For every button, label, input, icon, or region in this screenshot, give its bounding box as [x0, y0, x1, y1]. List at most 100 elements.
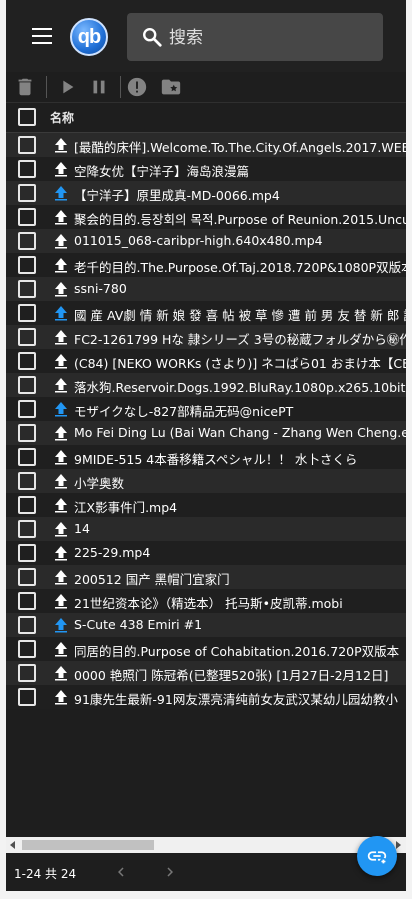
table-row[interactable]: 91康先生最新-91网友漂亮清纯前女友武汉某幼儿园幼教小: [6, 685, 406, 709]
table-row[interactable]: FC2-1261799 Hな 隷シリーズ 3号の秘蔵フォルダから㊙作品: [6, 325, 406, 349]
row-checkbox[interactable]: [18, 328, 36, 346]
toolbar-divider: [120, 76, 121, 98]
pause-icon[interactable]: [88, 76, 110, 98]
table-row[interactable]: 國 産 AV劇 情 新 娘 發 喜 帖 被 草 慘 遭 前 男 友 替 新 郎 …: [6, 301, 406, 325]
torrent-name: 【宁洋子】原里成真-MD-0066.mp4: [74, 188, 280, 203]
search-box[interactable]: [127, 13, 383, 63]
table-row[interactable]: 老千的目的.The.Purpose.Of.Taj.2018.720P&1080P…: [6, 253, 406, 277]
torrent-name: 同居的目的.Purpose of Cohabitation.2016.720P双…: [74, 644, 400, 659]
row-checkbox[interactable]: [18, 184, 36, 202]
toolbar-divider: [46, 76, 47, 98]
torrent-name: 0000 艳照门 陈冠希(已整理520张) [1月27日-2月12日]: [74, 668, 389, 683]
upload-arrow-icon: [55, 546, 67, 561]
app-frame: qb 名称: [6, 0, 406, 891]
table-row[interactable]: 14: [6, 517, 406, 541]
torrent-name: FC2-1261799 Hな 隷シリーズ 3号の秘蔵フォルダから㊙作品: [74, 332, 406, 347]
table-row[interactable]: S-Cute 438 Emiri #1: [6, 613, 406, 637]
row-checkbox[interactable]: [18, 136, 36, 154]
upload-arrow-icon: [55, 642, 67, 657]
table-row[interactable]: ssni-780: [6, 277, 406, 301]
add-torrent-link-button[interactable]: [357, 836, 397, 876]
row-checkbox[interactable]: [18, 472, 36, 490]
row-checkbox[interactable]: [18, 352, 36, 370]
table-row[interactable]: モザイクなし-827部精品无码@nicePT: [6, 397, 406, 421]
row-checkbox[interactable]: [18, 376, 36, 394]
upload-arrow-icon: [55, 498, 67, 513]
row-checkbox[interactable]: [18, 256, 36, 274]
page-info: 1-24 共 24: [14, 867, 77, 881]
torrent-name: 9MIDE-515 4本番移籍スペシャル！！ 水卜さくら: [74, 452, 358, 467]
link-icon: [367, 851, 388, 866]
row-checkbox[interactable]: [18, 544, 36, 562]
row-checkbox[interactable]: [18, 568, 36, 586]
table-row[interactable]: 21世纪资本论》（精选本） 托马斯•皮凯蒂.mobi: [6, 589, 406, 613]
table-row[interactable]: Mo Fei Ding Lu (Bai Wan Chang - Zhang We…: [6, 421, 406, 445]
row-checkbox[interactable]: [18, 688, 36, 706]
upload-arrow-icon: [55, 378, 67, 393]
table-row[interactable]: 落水狗.Reservoir.Dogs.1992.BluRay.1080p.x26…: [6, 373, 406, 397]
row-checkbox[interactable]: [18, 592, 36, 610]
table-row[interactable]: 同居的目的.Purpose of Cohabitation.2016.720P双…: [6, 637, 406, 661]
row-checkbox[interactable]: [18, 424, 36, 442]
table-row[interactable]: (C84) [NEKO WORKs (さより)] ネコぱら01 おまけ本【CE家…: [6, 349, 406, 373]
table-row[interactable]: 空降女优【宁洋子】海岛浪漫篇: [6, 157, 406, 181]
row-checkbox[interactable]: [18, 616, 36, 634]
horizontal-scrollbar[interactable]: [6, 837, 406, 853]
row-checkbox[interactable]: [18, 640, 36, 658]
torrent-name: 200512 国产 黑帽门宜家门: [74, 572, 230, 587]
app-bar: qb: [6, 0, 406, 72]
table-row[interactable]: 225-29.mp4: [6, 541, 406, 565]
scroll-left-arrow-icon[interactable]: [10, 841, 15, 849]
row-checkbox[interactable]: [18, 496, 36, 514]
torrent-name: [最酷的床伴].Welcome.To.The.City.Of.Angels.20…: [74, 140, 406, 155]
select-all-checkbox[interactable]: [18, 108, 36, 126]
table-row[interactable]: 9MIDE-515 4本番移籍スペシャル！！ 水卜さくら: [6, 445, 406, 469]
upload-arrow-icon: [55, 402, 67, 417]
torrent-name: 江X影事件门.mp4: [74, 500, 178, 515]
scrollbar-thumb[interactable]: [22, 840, 154, 850]
upload-arrow-icon: [55, 474, 67, 489]
table-row[interactable]: [最酷的床伴].Welcome.To.The.City.Of.Angels.20…: [6, 133, 406, 157]
upload-arrow-icon: [55, 570, 67, 585]
row-checkbox[interactable]: [18, 520, 36, 538]
row-checkbox[interactable]: [18, 448, 36, 466]
row-checkbox[interactable]: [18, 280, 36, 298]
category-folder-icon[interactable]: [160, 76, 182, 98]
torrent-name: S-Cute 438 Emiri #1: [74, 617, 203, 632]
name-column-header[interactable]: 名称: [50, 109, 74, 126]
table-row[interactable]: 小学奥数: [6, 469, 406, 493]
row-checkbox[interactable]: [18, 400, 36, 418]
torrent-name: Mo Fei Ding Lu (Bai Wan Chang - Zhang We…: [74, 425, 406, 440]
torrent-name: 21世纪资本论》（精选本） 托马斯•皮凯蒂.mobi: [74, 596, 343, 611]
search-input[interactable]: [167, 13, 371, 63]
row-checkbox[interactable]: [18, 208, 36, 226]
toolbar: [6, 72, 406, 103]
upload-arrow-icon: [55, 666, 67, 681]
table-row[interactable]: 【宁洋子】原里成真-MD-0066.mp4: [6, 181, 406, 205]
prev-page-icon[interactable]: [112, 863, 130, 881]
table-row[interactable]: 200512 国产 黑帽门宜家门: [6, 565, 406, 589]
info-alert-icon[interactable]: [126, 76, 148, 98]
torrent-list: [最酷的床伴].Welcome.To.The.City.Of.Angels.20…: [6, 133, 406, 709]
torrent-name: 91康先生最新-91网友漂亮清纯前女友武汉某幼儿园幼教小: [74, 692, 398, 707]
torrent-name: 老千的目的.The.Purpose.Of.Taj.2018.720P&1080P…: [74, 260, 406, 275]
scroll-right-arrow-icon[interactable]: [396, 841, 401, 849]
resume-icon[interactable]: [56, 76, 78, 98]
table-row[interactable]: 江X影事件门.mp4: [6, 493, 406, 517]
table-row[interactable]: 0000 艳照门 陈冠希(已整理520张) [1月27日-2月12日]: [6, 661, 406, 685]
row-checkbox[interactable]: [18, 232, 36, 250]
upload-arrow-icon: [55, 186, 67, 201]
hamburger-menu-icon[interactable]: [32, 28, 52, 44]
qbittorrent-logo: qb: [70, 18, 108, 56]
row-checkbox[interactable]: [18, 664, 36, 682]
torrent-name: 空降女优【宁洋子】海岛浪漫篇: [74, 164, 250, 179]
delete-icon[interactable]: [14, 76, 36, 98]
torrent-name: モザイクなし-827部精品无码@nicePT: [74, 404, 294, 419]
row-checkbox[interactable]: [18, 160, 36, 178]
next-page-icon[interactable]: [161, 863, 179, 881]
table-row[interactable]: 聚会的目的.등장회의 목적.Purpose of Reunion.2015.Un…: [6, 205, 406, 229]
upload-arrow-icon: [55, 138, 67, 153]
row-checkbox[interactable]: [18, 304, 36, 322]
table-row[interactable]: 011015_068-caribpr-high.640x480.mp4: [6, 229, 406, 253]
upload-arrow-icon: [55, 594, 67, 609]
